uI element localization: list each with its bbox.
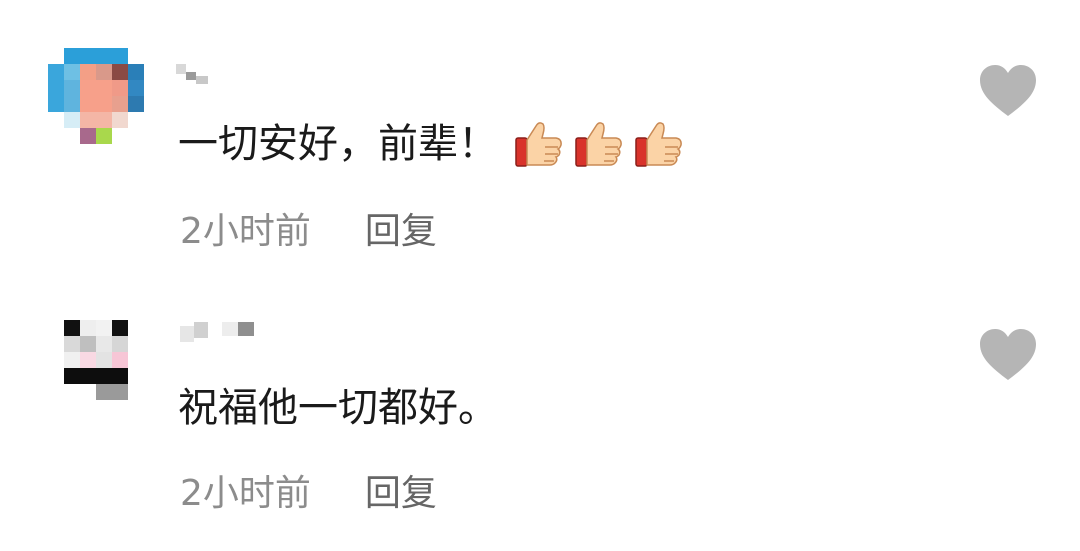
reply-button[interactable]: 回复 [365,464,437,516]
like-button[interactable] [978,64,1038,120]
comment-time: 2小时前 [180,211,311,252]
avatar-pixelated-image [48,48,144,144]
avatar[interactable] [48,48,144,144]
thumbs-up-icon [515,122,562,167]
thumbs-up-icon [635,122,682,167]
comment-time: 2小时前 [180,473,311,514]
like-button[interactable] [978,328,1038,384]
comment-meta: 2小时前 回复 [180,464,437,516]
comment-item: 一切安好，前辈！ 2小时前 回复 [0,0,1080,270]
heart-icon [980,65,1036,116]
username-pixelated[interactable] [176,60,216,88]
comment-meta: 2小时前 回复 [180,202,437,254]
comment-content: 祝福他一切都好。 [178,382,498,434]
thumbs-up-icon [575,122,622,167]
heart-icon [980,329,1036,380]
username-redacted-image [176,64,208,84]
comment-item: 祝福他一切都好。 2小时前 回复 [0,268,1080,538]
thumbs-up-emojis [512,118,684,170]
comment-text: 祝福他一切都好。 [178,385,498,431]
avatar[interactable] [48,320,144,416]
username-pixelated[interactable] [176,318,262,346]
comment-text: 一切安好，前辈！ [178,121,498,167]
reply-button[interactable]: 回复 [365,202,437,254]
avatar-pixelated-image [48,320,144,416]
username-redacted-image [180,322,254,342]
comment-content: 一切安好，前辈！ [178,118,684,170]
